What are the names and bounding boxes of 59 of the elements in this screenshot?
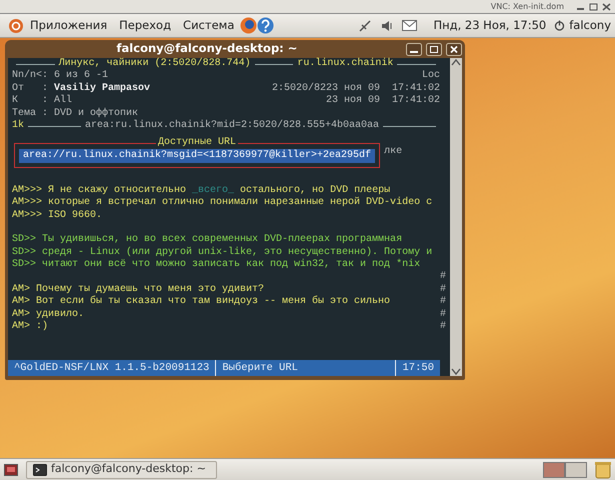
status-time: 17:50: [395, 360, 440, 376]
field-label: Тема :: [12, 108, 50, 120]
program-version: ^GoldED-NSF/LNX 1.1.5-b20091123: [13, 361, 210, 376]
message-line: AM>>> Я не скажу относительно _всего_ остального, но DVD плееры: [12, 184, 390, 196]
user-name[interactable]: falcony: [569, 16, 611, 34]
field-label: От :: [12, 82, 50, 95]
menu-item[interactable]: Система: [177, 16, 240, 34]
scroll-mark: #: [440, 321, 446, 334]
popup-title: Доступные URL: [156, 136, 238, 148]
menu-item[interactable]: Переход: [113, 16, 178, 34]
field-label: Nn/n<:: [12, 70, 50, 83]
scroll-mark: #: [440, 296, 446, 309]
url-item[interactable]: area://ru.linux.chainik?msgid=<1187369977@killer>+2ea295df: [19, 148, 376, 164]
message-line: SD>> Ты удивишься, но во всех современных DVD-плеерах программная: [12, 234, 402, 246]
message-line: SD>> средя - Linux (или другой unix-like, это несущественно). Потому и: [12, 246, 432, 258]
message-marker: 1k: [12, 120, 24, 132]
desktop-icon[interactable]: [4, 464, 18, 476]
message-line: AM>>> которые я встречал отлично понимали нарезанные нерой DVD-video c: [12, 197, 432, 210]
field-value: DVD и оффтопик: [54, 108, 138, 120]
workspace-switcher-icon[interactable]: [543, 462, 587, 478]
message-line: AM>>> ISO 9660.: [12, 210, 102, 222]
partial-text: лке: [384, 146, 402, 159]
scroll-mark: #: [440, 271, 446, 284]
minimize-icon[interactable]: [406, 42, 422, 56]
vnc-title: VNC: Xen-init.dom: [490, 0, 564, 12]
network-icon[interactable]: [358, 18, 372, 32]
echo-name: ru.linux.chainik: [297, 58, 394, 70]
close-icon[interactable]: [602, 2, 611, 10]
logo-icon[interactable]: [8, 18, 24, 34]
window-title: falcony@falcony-desktop: ~: [116, 40, 298, 58]
maximize-icon[interactable]: [426, 42, 442, 56]
message-line: AM> удивило.: [12, 308, 84, 320]
clock[interactable]: Пнд, 23 Ноя, 17:50: [433, 16, 546, 34]
close-icon[interactable]: [446, 42, 462, 56]
scroll-mark: #: [440, 308, 446, 321]
field-value: Vasiliy Pampasov: [54, 82, 150, 94]
field-value: All: [54, 95, 72, 108]
status-prompt: Выберите URL: [215, 360, 396, 376]
menu-item[interactable]: Приложения: [24, 16, 114, 34]
field-info: 23 ноя 09 17:41:02: [326, 95, 440, 108]
field-info: Loc: [422, 70, 440, 83]
scroll-up-icon[interactable]: [451, 58, 461, 66]
scroll-down-icon[interactable]: [451, 368, 461, 376]
field-label: К :: [12, 95, 50, 108]
area-title: Линукс, чайники (2:5020/828.744): [58, 58, 251, 70]
taskbar-button[interactable]: falcony@falcony-desktop: ~: [26, 460, 217, 478]
message-line: AM> Почему ты думаешь что меня это удивит?: [12, 284, 264, 296]
terminal-icon: [33, 464, 47, 476]
maximize-icon[interactable]: [589, 2, 598, 10]
mail-icon[interactable]: [402, 20, 418, 31]
message-line: SD>> читают они всё что можно записать как под win32, так и под *nix: [12, 259, 420, 272]
message-line: AM> :): [12, 321, 48, 334]
scroll-mark: #: [440, 284, 446, 296]
field-info: 2:5020/8223 ноя 09 17:41:02: [272, 82, 440, 95]
message-line: AM> Вот если бы ты сказал что там виндоуз -- меня бы это сильно: [12, 296, 390, 309]
volume-icon[interactable]: [380, 18, 394, 32]
field-value: 6 из 6 -1: [54, 70, 108, 82]
help-icon[interactable]: [257, 17, 274, 34]
power-icon[interactable]: [554, 20, 566, 31]
